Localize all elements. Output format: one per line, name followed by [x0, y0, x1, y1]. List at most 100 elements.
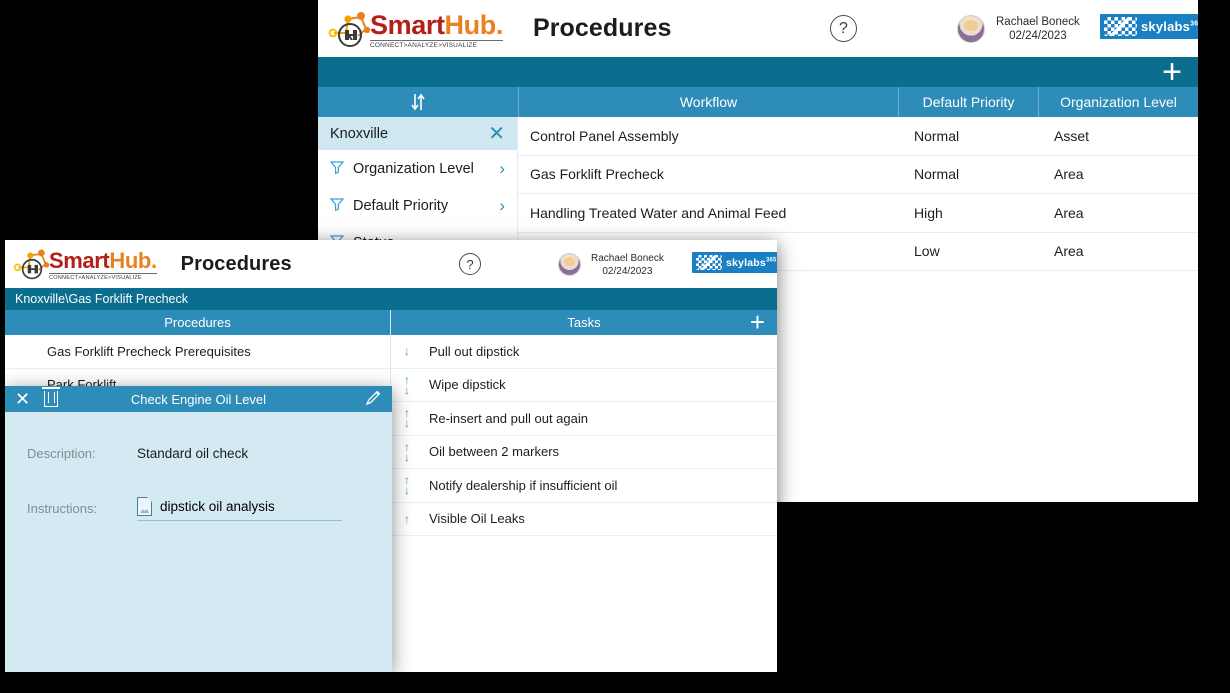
skylabs-logo: skylabs365 — [1100, 14, 1198, 39]
skylabs-text: skylabs — [726, 256, 766, 269]
smarthub-smart-text: Smart — [370, 9, 445, 40]
cell-workflow: Gas Forklift Precheck — [530, 166, 664, 183]
close-icon[interactable]: ✕ — [488, 124, 505, 144]
task-label: Notify dealership if insufficient oil — [429, 477, 618, 493]
user-name: Rachael Boneck — [591, 253, 664, 264]
tasks-panel-header: Tasks + — [391, 309, 777, 335]
arrow-down-icon[interactable]: ↓ — [404, 345, 410, 357]
smarthub-tagline: CONNECT>ANALYZE>VISUALIZE — [49, 273, 157, 281]
table-row[interactable]: Control Panel Assembly Normal Asset — [518, 117, 1198, 156]
tasks-panel-label: Tasks — [567, 315, 601, 330]
reorder-handle[interactable]: ↑ ↓ — [404, 436, 410, 469]
smarthub-molecule-icon: x — [328, 11, 371, 47]
list-item[interactable]: Gas Forklift Precheck Prerequisites — [5, 335, 390, 369]
reorder-handle[interactable]: ↑ ↓ — [404, 469, 410, 502]
task-row[interactable]: ↓ Pull out dipstick — [391, 335, 777, 369]
reorder-handle[interactable]: ↑ ↓ — [404, 369, 410, 402]
close-icon[interactable]: ✕ — [15, 390, 30, 408]
cell-workflow: Handling Treated Water and Animal Feed — [530, 204, 787, 221]
smarthub-molecule-icon — [13, 249, 50, 280]
skylabs-logo: skylabs365 — [692, 252, 777, 273]
instructions-value: dipstick oil analysis — [160, 499, 275, 514]
reorder-handle[interactable]: ↓ — [404, 335, 410, 368]
smarthub-hub-text: Hub — [109, 248, 151, 273]
skylabs-superscript: 365 — [765, 257, 777, 263]
task-label: Wipe dipstick — [429, 377, 506, 393]
task-detail-title: Check Engine Oil Level — [130, 391, 267, 407]
instructions-field-row: Instructions: dipstick oil analysis — [5, 497, 392, 521]
user-date: 02/24/2023 — [1009, 30, 1067, 43]
chevron-right-icon[interactable]: › — [499, 196, 505, 216]
user-date: 02/24/2023 — [602, 265, 653, 277]
task-label: Re-insert and pull out again — [429, 410, 588, 426]
table-column-headers: Workflow Default Priority Organization L… — [318, 87, 1198, 117]
instructions-document-link[interactable]: dipstick oil analysis — [137, 497, 342, 521]
add-workflow-button[interactable]: + — [1162, 54, 1182, 89]
cell-organization-level: Area — [1054, 166, 1084, 183]
smarthub-dot: . — [150, 248, 157, 273]
arrow-up-icon[interactable]: ↑ — [404, 513, 410, 525]
column-header-organization-level[interactable]: Organization Level — [1038, 87, 1198, 117]
task-detail-panel: ✕ Check Engine Oil Level Description: St… — [5, 386, 392, 672]
avatar[interactable] — [957, 15, 985, 43]
arrow-down-icon[interactable]: ↓ — [404, 451, 410, 463]
arrow-down-icon[interactable]: ↓ — [404, 384, 410, 396]
smarthub-smart-text: Smart — [49, 248, 110, 273]
task-row[interactable]: ↑ ↓ Re-insert and pull out again — [391, 402, 777, 436]
chevron-right-icon[interactable]: › — [499, 159, 505, 179]
help-icon[interactable]: ? — [830, 15, 857, 42]
table-row[interactable]: Handling Treated Water and Animal Feed H… — [518, 194, 1198, 233]
funnel-icon — [329, 197, 345, 215]
description-label: Description: — [27, 446, 96, 461]
task-row[interactable]: ↑ ↓ Oil between 2 markers — [391, 435, 777, 469]
task-row[interactable]: ↑ Visible Oil Leaks — [391, 502, 777, 536]
sort-icon — [411, 93, 425, 111]
filter-item-default-priority[interactable]: Default Priority › — [318, 187, 517, 224]
task-row[interactable]: ↑ ↓ Notify dealership if insufficient oil — [391, 469, 777, 503]
task-row[interactable]: ↑ ↓ Wipe dipstick — [391, 368, 777, 402]
column-header-default-priority[interactable]: Default Priority — [898, 87, 1038, 117]
action-bar-back: + — [318, 54, 1198, 89]
reorder-handle[interactable]: ↑ — [404, 503, 410, 536]
smarthub-tagline: CONNECT>ANALYZE>VISUALIZE — [370, 39, 503, 49]
description-field-row: Description: Standard oil check — [5, 446, 392, 461]
reorder-handle[interactable]: ↑ ↓ — [404, 402, 410, 435]
sort-column-header[interactable] — [318, 87, 518, 117]
edit-icon[interactable] — [364, 389, 382, 410]
description-value: Standard oil check — [137, 446, 249, 461]
cell-organization-level: Area — [1054, 243, 1084, 260]
task-label: Oil between 2 markers — [429, 444, 560, 460]
arrow-down-icon[interactable]: ↓ — [404, 417, 410, 429]
task-label: Pull out dipstick — [429, 343, 520, 359]
user-name: Rachael Boneck — [996, 16, 1080, 28]
filter-site-label: Knoxville — [330, 125, 389, 142]
filter-label: Organization Level — [353, 160, 474, 177]
breadcrumb: Knoxville\Gas Forklift Precheck — [5, 288, 777, 310]
cell-default-priority: Normal — [914, 127, 960, 144]
smarthub-logo: x SmartHub. CONNECT>ANALYZE>VISUALIZE — [328, 9, 503, 49]
tasks-column: Tasks + ↓ Pull out dipstick ↑ ↓ Wipe dips… — [391, 309, 777, 672]
user-info: Rachael Boneck 02/24/2023 — [996, 15, 1080, 44]
arrow-down-icon[interactable]: ↓ — [404, 484, 410, 496]
add-task-button[interactable]: + — [750, 309, 765, 334]
column-header-workflow[interactable]: Workflow — [518, 87, 898, 117]
cell-default-priority: Normal — [914, 166, 960, 183]
skylabs-mark-icon — [696, 255, 722, 270]
task-label: Visible Oil Leaks — [429, 511, 525, 527]
user-info: Rachael Boneck 02/24/2023 — [591, 253, 664, 278]
skylabs-mark-icon — [1104, 17, 1137, 36]
avatar[interactable] — [558, 253, 581, 276]
cell-workflow: Control Panel Assembly — [530, 127, 679, 144]
table-row[interactable]: Gas Forklift Precheck Normal Area — [518, 156, 1198, 194]
funnel-icon — [329, 160, 345, 178]
page-title: Procedures — [180, 252, 292, 275]
skylabs-superscript: 365 — [1190, 20, 1198, 28]
filter-item-organization-level[interactable]: Organization Level › — [318, 150, 517, 187]
document-icon — [137, 497, 152, 516]
cell-organization-level: Area — [1054, 204, 1084, 221]
help-icon[interactable]: ? — [459, 253, 481, 275]
smarthub-logo: SmartHub. CONNECT>ANALYZE>VISUALIZE — [13, 247, 157, 281]
delete-icon[interactable] — [42, 387, 61, 407]
filter-site-header: Knoxville ✕ — [318, 117, 517, 150]
app-header-back: x SmartHub. CONNECT>ANALYZE>VISUALIZE Pr… — [318, 0, 1198, 57]
